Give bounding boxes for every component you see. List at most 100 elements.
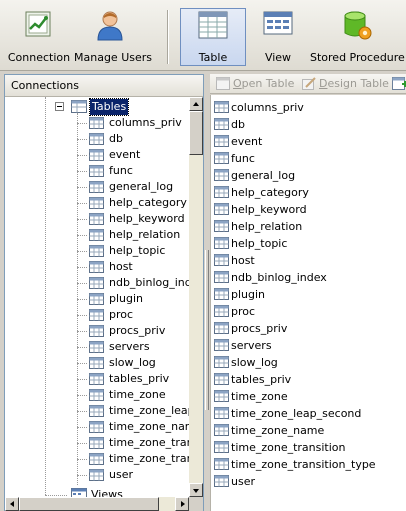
view-icon <box>263 11 293 35</box>
view-button[interactable]: View <box>250 9 306 67</box>
connections-panel: Connections Tables columns_priv db event fu… <box>4 74 204 511</box>
tree-item[interactable]: general_log <box>77 179 189 195</box>
table-icon <box>214 475 229 487</box>
splitter-grip[interactable] <box>205 250 209 410</box>
tree-item-label[interactable]: time_zone_trans <box>109 451 189 467</box>
collapse-icon[interactable] <box>55 102 64 111</box>
tree-item-label[interactable]: help_keyword <box>109 211 185 227</box>
connection-label: Connection <box>7 51 71 64</box>
connections-header: Connections <box>5 75 203 97</box>
table-icon <box>214 441 229 453</box>
table-icon <box>89 389 104 401</box>
tree-item[interactable]: servers <box>77 339 189 355</box>
table-icon <box>89 213 104 225</box>
scrollbar-corner <box>189 497 203 511</box>
tree-item[interactable]: slow_log <box>77 355 189 371</box>
tree-item-label[interactable]: time_zone_trans <box>109 435 189 451</box>
tree-item[interactable]: host <box>77 259 189 275</box>
tree-item[interactable]: tables_priv <box>77 371 189 387</box>
tree-item[interactable]: help_category <box>77 195 189 211</box>
tree-item-label[interactable]: db <box>109 131 123 147</box>
tree-item-label[interactable]: slow_log <box>109 355 156 371</box>
tree-node-tables[interactable]: Tables <box>53 98 189 116</box>
tree-item[interactable]: help_relation <box>77 227 189 243</box>
table-button[interactable]: Table <box>180 8 246 66</box>
tree-item-label[interactable]: ndb_binlog_index <box>109 275 189 291</box>
table-icon <box>89 117 104 129</box>
table-icon <box>214 271 229 283</box>
tree-connector <box>77 187 87 188</box>
stored-procedure-button[interactable]: Stored Procedure <box>310 9 405 67</box>
table-icon <box>214 356 229 368</box>
tree-item-label[interactable]: event <box>109 147 140 163</box>
tree-item-label[interactable]: time_zone_leap_ <box>109 403 189 419</box>
tree-item[interactable]: columns_priv <box>77 115 189 131</box>
tree-item[interactable]: procs_priv <box>77 323 189 339</box>
tree-connector <box>77 283 87 284</box>
tree-connector <box>45 495 67 496</box>
scroll-thumb[interactable] <box>189 111 203 155</box>
tree-item-label[interactable]: proc <box>109 307 133 323</box>
table-icon <box>214 458 229 470</box>
tree-horizontal-scrollbar[interactable] <box>5 497 189 511</box>
tree-item[interactable]: plugin <box>77 291 189 307</box>
manage-users-label: Manage Users <box>74 51 152 64</box>
tree-item-label[interactable]: help_category <box>109 195 187 211</box>
tree-item[interactable]: help_keyword <box>77 211 189 227</box>
tree-item[interactable]: time_zone <box>77 387 189 403</box>
connections-tree[interactable]: Tables columns_priv db event func general_lo… <box>5 97 189 497</box>
tree-item[interactable]: ndb_binlog_index <box>77 275 189 291</box>
view-label: View <box>264 51 292 64</box>
tree-connector <box>77 379 87 380</box>
tree-connector <box>77 411 87 412</box>
tree-item-label[interactable]: time_zone_name <box>109 419 189 435</box>
scroll-down-button[interactable] <box>189 483 203 497</box>
table-icon <box>214 424 229 436</box>
tree-item[interactable]: db <box>77 131 189 147</box>
tree-item[interactable]: event <box>77 147 189 163</box>
table-icon <box>89 341 104 353</box>
tree-item[interactable]: proc <box>77 307 189 323</box>
object-list[interactable]: columns_priv db event func general_log help_c… <box>210 95 406 511</box>
connection-button[interactable]: Connection <box>6 9 72 67</box>
object-list-item-label: help_category <box>231 186 309 199</box>
tree-connector <box>77 155 87 156</box>
tree-item[interactable]: help_topic <box>77 243 189 259</box>
table-icon <box>214 169 229 181</box>
tree-item-label[interactable]: servers <box>109 339 150 355</box>
tree-item-label[interactable]: general_log <box>109 179 173 195</box>
scroll-up-button[interactable] <box>189 97 203 111</box>
object-list-item-label: time_zone_transition <box>231 441 346 454</box>
views-node-label[interactable]: Views <box>91 487 123 497</box>
tree-item[interactable]: func <box>77 163 189 179</box>
new-table-button[interactable] <box>392 77 406 93</box>
object-list-item-label: func <box>231 152 255 165</box>
scroll-left-button[interactable] <box>5 497 19 511</box>
manage-users-button[interactable]: Manage Users <box>74 9 152 67</box>
arrow-right-icon <box>181 501 185 507</box>
scroll-right-button[interactable] <box>175 497 189 511</box>
stored-procedure-label: Stored Procedure <box>310 51 405 64</box>
hscroll-thumb[interactable] <box>19 497 159 511</box>
tree-item-label[interactable]: time_zone <box>109 387 166 403</box>
tree-item-label[interactable]: func <box>109 163 133 179</box>
tree-item-label[interactable]: host <box>109 259 133 275</box>
tree-node-views[interactable]: Views <box>45 487 185 497</box>
tree-item[interactable]: time_zone_trans <box>77 451 189 467</box>
tree-item-label[interactable]: help_topic <box>109 243 165 259</box>
tables-node-label[interactable]: Tables <box>88 98 130 116</box>
tree-item-label[interactable]: procs_priv <box>109 323 165 339</box>
tree-item-label[interactable]: columns_priv <box>109 115 182 131</box>
tree-item-label[interactable]: user <box>109 467 133 483</box>
tree-item[interactable]: time_zone_name <box>77 419 189 435</box>
tree-item[interactable]: user <box>77 467 189 483</box>
object-list-item-label: time_zone <box>231 390 288 403</box>
tree-item-label[interactable]: help_relation <box>109 227 180 243</box>
tree-item-label[interactable]: plugin <box>109 291 143 307</box>
tree-item[interactable]: time_zone_leap_ <box>77 403 189 419</box>
table-icon <box>89 293 104 305</box>
tree-item[interactable]: time_zone_trans <box>77 435 189 451</box>
tree-vertical-scrollbar[interactable] <box>189 97 203 497</box>
tree-item-label[interactable]: tables_priv <box>109 371 169 387</box>
table-icon <box>89 181 104 193</box>
